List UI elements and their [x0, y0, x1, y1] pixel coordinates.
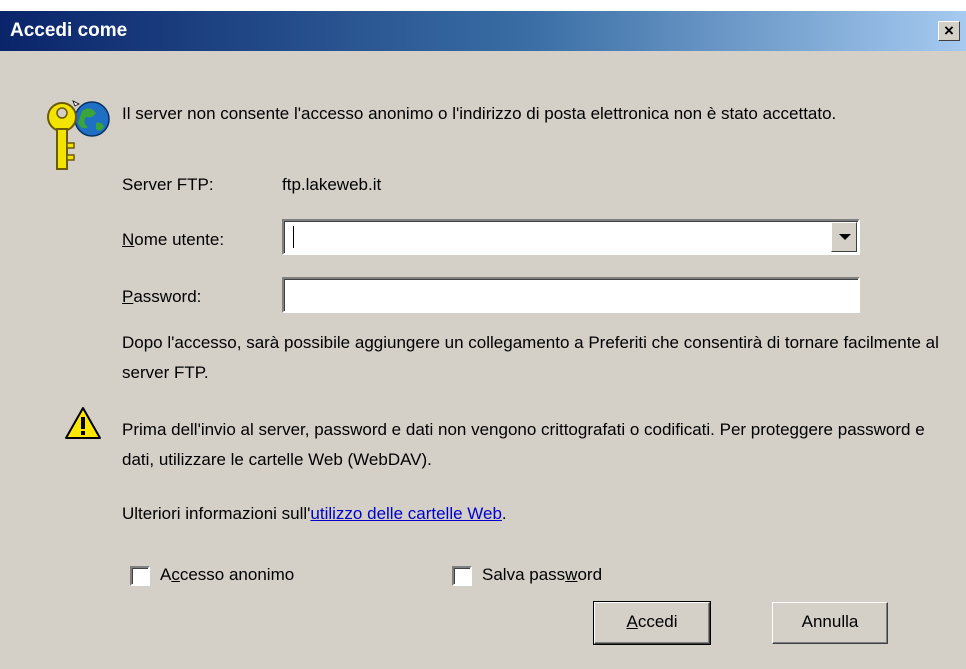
chevron-down-icon: [839, 234, 851, 240]
save-password-label-post: ord: [577, 565, 603, 584]
cancel-button[interactable]: Annulla: [772, 602, 888, 644]
error-message: Il server non consente l'accesso anonimo…: [122, 104, 837, 123]
login-access-key: A: [626, 612, 638, 631]
username-label: Nome utente:: [122, 230, 224, 250]
password-access-key: P: [122, 287, 134, 306]
anonymous-label-pre: A: [160, 565, 172, 584]
text-caret: [293, 226, 294, 248]
login-button-label: ccedi: [637, 612, 678, 631]
more-info-prefix: Ulteriori informazioni sull': [122, 504, 311, 523]
password-label: Password:: [122, 287, 201, 307]
save-password-access-key: w: [565, 565, 578, 584]
anonymous-checkbox-label[interactable]: Accesso anonimo: [160, 565, 294, 585]
more-info-suffix: .: [501, 504, 507, 523]
save-password-label-pre: Salva pass: [482, 565, 566, 584]
favorites-info-text: Dopo l'accesso, sarà possibile aggiunger…: [122, 333, 939, 382]
password-field[interactable]: [282, 277, 860, 313]
login-dialog: Accedi come × Il server non consente l'a…: [0, 10, 966, 669]
login-button[interactable]: Accedi: [593, 601, 711, 645]
anonymous-label-post: cesso anonimo: [179, 565, 295, 584]
title-bar: Accedi come ×: [0, 11, 966, 51]
username-combobox[interactable]: [282, 219, 860, 255]
server-label: Server FTP:: [122, 175, 214, 194]
web-folders-link[interactable]: utilizzo delle cartelle Web: [310, 504, 502, 523]
warning-icon: [65, 407, 101, 439]
username-label-text: ome utente:: [134, 230, 225, 249]
save-password-checkbox[interactable]: [452, 566, 472, 586]
password-label-text: assword:: [133, 287, 202, 306]
save-password-checkbox-label[interactable]: Salva password: [482, 565, 602, 585]
username-dropdown-button[interactable]: [831, 222, 857, 252]
window-title: Accedi come: [10, 20, 128, 41]
username-access-key: N: [122, 230, 135, 249]
key-globe-icon: [47, 100, 110, 170]
security-warning-text: Prima dell'invio al server, password e d…: [122, 420, 925, 469]
server-value: ftp.lakeweb.it: [282, 175, 382, 194]
more-info-line: Ulteriori informazioni sull'utilizzo del…: [122, 504, 507, 524]
anonymous-access-key: c: [171, 565, 180, 584]
close-button[interactable]: ×: [938, 21, 960, 41]
anonymous-checkbox[interactable]: [130, 566, 150, 586]
